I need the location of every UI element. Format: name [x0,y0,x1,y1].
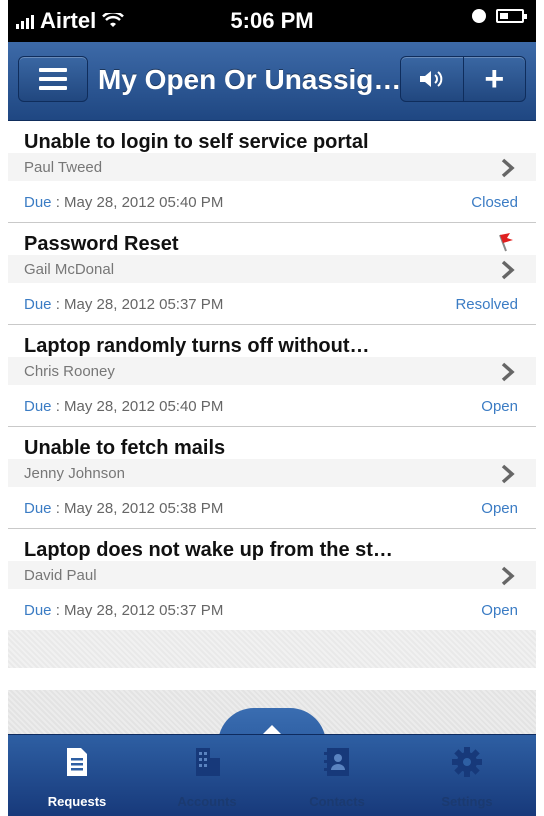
request-title: Laptop does not wake up from the st… [24,539,393,561]
plus-icon: + [484,60,505,98]
list-footer [8,630,536,668]
add-request-button[interactable]: + [462,57,526,101]
tab-label: Accounts [177,794,237,809]
contact-book-icon [324,748,349,776]
request-list: Unable to login to self service portal P… [8,121,536,631]
status-bar: Airtel 5:06 PM [8,0,536,42]
arrow-up-icon [263,724,281,734]
speaker-button[interactable] [401,57,463,101]
status-label: Open [481,398,518,415]
gear-icon [452,747,482,777]
due-date: Due : May 28, 2012 05:38 PM [24,500,224,517]
hamburger-icon [39,68,67,90]
tab-label: Requests [47,794,107,809]
status-label: Closed [471,194,518,211]
due-label: Due [24,398,52,415]
due-date: Due : May 28, 2012 05:37 PM [24,602,224,619]
requester-name: David Paul [24,567,97,584]
page-title: My Open Or Unassig… [98,64,402,95]
request-title: Unable to fetch mails [24,437,226,459]
request-title: Unable to login to self service portal [24,131,369,153]
nav-actions: + [400,56,526,102]
due-label: Due [24,602,52,619]
due-label: Due [24,194,52,211]
due-date: Due : May 28, 2012 05:40 PM [24,194,224,211]
status-label: Resolved [455,296,518,313]
chevron-right-icon [501,362,515,382]
tab-contacts[interactable]: Contacts [282,745,392,816]
requester-name: Chris Rooney [24,363,115,380]
status-label: Open [481,500,518,517]
request-row[interactable]: Unable to fetch mails Jenny Johnson Due … [8,427,536,529]
due-value: May 28, 2012 05:38 PM [64,500,224,517]
chevron-right-icon [501,566,515,586]
menu-button[interactable] [18,56,88,102]
due-value: May 28, 2012 05:37 PM [64,296,224,313]
tab-bar: Requests Accounts Contacts Settings [8,734,536,816]
speaker-icon [419,71,443,87]
requester-name: Jenny Johnson [24,465,125,482]
building-icon [196,748,220,776]
requester-name: Paul Tweed [24,159,103,176]
request-row[interactable]: Laptop does not wake up from the st… Dav… [8,529,536,631]
due-label: Due [24,500,52,517]
chevron-right-icon [501,464,515,484]
requester-name: Gail McDonal [24,261,115,278]
nav-bar: My Open Or Unassig… + [8,42,536,121]
status-label: Open [481,602,518,619]
due-label: Due [24,296,52,313]
tab-settings[interactable]: Settings [412,745,522,816]
document-icon [67,748,87,776]
due-value: May 28, 2012 05:40 PM [64,398,224,415]
clock: 5:06 PM [230,8,314,33]
request-title: Password Reset [24,233,179,255]
due-date: Due : May 28, 2012 05:40 PM [24,398,224,415]
flag-icon [499,233,513,252]
chevron-right-icon [501,158,515,178]
request-row[interactable]: Unable to login to self service portal P… [8,121,536,223]
due-date: Due : May 28, 2012 05:37 PM [24,296,224,313]
tab-label: Settings [441,794,493,809]
chevron-right-icon [501,260,515,280]
due-value: May 28, 2012 05:37 PM [64,602,224,619]
phone-screen: Airtel 5:06 PM My Open Or Unassig… + Una… [8,0,536,816]
battery-icon [496,9,527,23]
request-row[interactable]: Password Reset Gail McDonal Due : May 28… [8,223,536,325]
request-row[interactable]: Laptop randomly turns off without… Chris… [8,325,536,427]
tab-accounts[interactable]: Accounts [152,745,262,816]
due-value: May 28, 2012 05:40 PM [64,194,224,211]
request-title: Laptop randomly turns off without… [24,335,370,357]
alarm-icon [472,9,486,23]
tab-label: Contacts [309,794,365,809]
tab-requests[interactable]: Requests [22,745,132,816]
